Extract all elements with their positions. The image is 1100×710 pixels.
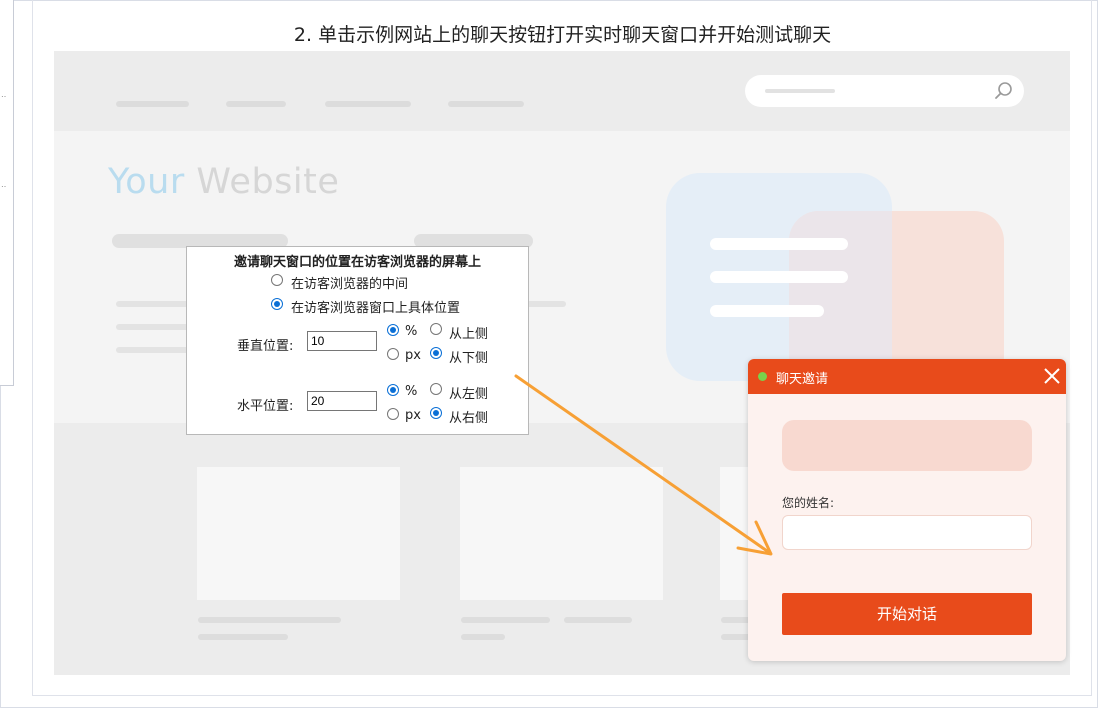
- vertical-position-label: 垂直位置:: [237, 339, 294, 354]
- illustration-line: [710, 305, 824, 317]
- chat-invitation-window: 聊天邀请 您的姓名: 开始对话: [748, 359, 1066, 661]
- close-icon[interactable]: [1042, 366, 1062, 386]
- vertical-unit-px-radio[interactable]: [387, 348, 399, 360]
- name-field-label: 您的姓名:: [782, 496, 835, 510]
- card-text-placeholder: [198, 617, 341, 623]
- card-text-placeholder: [461, 634, 505, 640]
- vertical-unit-percent-label: %: [405, 324, 418, 339]
- vertical-from-bottom-label: 从下侧: [449, 351, 489, 366]
- card-text-placeholder: [564, 617, 632, 623]
- horizontal-position-input[interactable]: [307, 391, 377, 411]
- radio-center[interactable]: [271, 274, 283, 286]
- nav-placeholder: [226, 101, 286, 107]
- card-text-placeholder: [461, 617, 550, 623]
- hero-title: Your Website: [108, 162, 339, 202]
- illustration-line: [710, 238, 848, 250]
- online-status-dot: [758, 372, 767, 381]
- position-settings-heading: 邀请聊天窗口的位置在访客浏览器的屏幕上: [233, 255, 481, 270]
- horizontal-unit-px-radio[interactable]: [387, 408, 399, 420]
- nav-placeholder: [448, 101, 524, 107]
- horizontal-unit-percent-radio[interactable]: [387, 384, 399, 396]
- chat-header: 聊天邀请: [748, 359, 1066, 394]
- vertical-unit-px-label: px: [405, 348, 421, 363]
- search-placeholder: [765, 89, 835, 93]
- vertical-from-top-label: 从上侧: [449, 327, 489, 342]
- edge-glyph: ‥: [1, 90, 7, 99]
- vertical-from-top-radio[interactable]: [430, 323, 442, 335]
- sample-nav-bar: [54, 51, 1070, 131]
- name-input[interactable]: [782, 515, 1032, 550]
- vertical-position-input[interactable]: [307, 331, 377, 351]
- position-settings-panel: 邀请聊天窗口的位置在访客浏览器的屏幕上 在访客浏览器的中间 在访客浏览器窗口上具…: [186, 246, 529, 435]
- horizontal-from-left-label: 从左侧: [449, 387, 489, 402]
- search-icon: [995, 82, 1012, 99]
- start-chat-button[interactable]: 开始对话: [782, 593, 1032, 635]
- hero-word-website: Website: [196, 162, 340, 202]
- radio-specific-position[interactable]: [271, 298, 283, 310]
- horizontal-unit-percent-label: %: [405, 384, 418, 399]
- content-card: [197, 467, 400, 600]
- horizontal-from-right-radio[interactable]: [430, 407, 442, 419]
- step-title: 2. 单击示例网站上的聊天按钮打开实时聊天窗口并开始测试聊天: [293, 24, 832, 46]
- hero-text-placeholder: [524, 301, 566, 307]
- vertical-unit-percent-radio[interactable]: [387, 324, 399, 336]
- horizontal-position-label: 水平位置:: [237, 399, 294, 414]
- horizontal-from-right-label: 从右侧: [449, 411, 489, 426]
- horizontal-from-left-radio[interactable]: [430, 383, 442, 395]
- edge-glyph: ‥: [1, 180, 7, 189]
- illustration-overlap: [789, 211, 892, 381]
- nav-placeholder: [116, 101, 189, 107]
- chat-message-placeholder: [782, 420, 1032, 471]
- content-card: [460, 467, 663, 600]
- horizontal-unit-px-label: px: [405, 408, 421, 423]
- nav-placeholder: [325, 101, 411, 107]
- radio-specific-label: 在访客浏览器窗口上具体位置: [291, 301, 461, 316]
- illustration-line: [710, 271, 848, 283]
- radio-center-label: 在访客浏览器的中间: [291, 277, 409, 292]
- vertical-from-bottom-radio[interactable]: [430, 347, 442, 359]
- card-text-placeholder: [198, 634, 288, 640]
- hero-word-your: Your: [108, 162, 185, 202]
- chat-title: 聊天邀请: [776, 372, 829, 387]
- left-panel-edge: ‥ ‥: [0, 0, 14, 386]
- sample-search-box: [745, 75, 1024, 107]
